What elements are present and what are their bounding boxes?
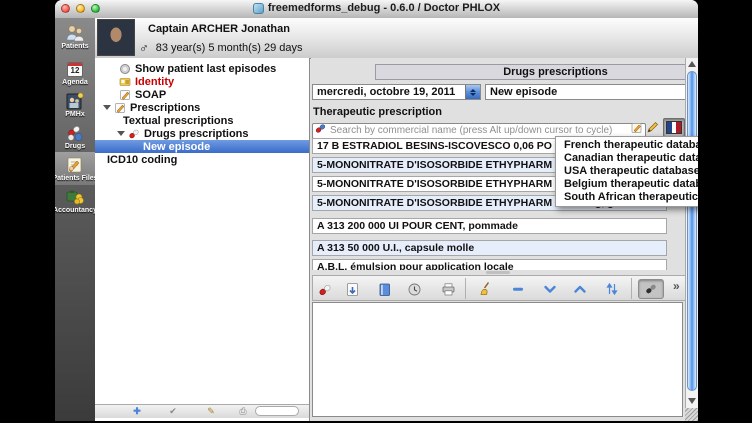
drug-search: [312, 120, 646, 136]
prescription-toolbar: »: [312, 275, 686, 301]
patients-icon: [64, 23, 86, 43]
panel-scrollbar[interactable]: [685, 58, 698, 421]
tree-item-show-last-episodes[interactable]: Show patient last episodes: [95, 62, 309, 75]
panel-title: Drugs prescriptions: [375, 64, 698, 80]
tree-footer-toolbar: ✚ ✔ ✎ ⎙: [95, 404, 309, 418]
menu-item-belgium-db[interactable]: Belgium therapeutic database: [556, 178, 698, 191]
sidebar-label: Accountancy: [55, 207, 97, 214]
section-title: Therapeutic prescription: [313, 106, 442, 118]
sidebar-label: Agenda: [62, 79, 88, 86]
remove-minus-icon[interactable]: [509, 280, 527, 298]
note-pencil-icon: [119, 89, 131, 101]
identity-card-icon: [119, 76, 131, 88]
scrollbar-thumb[interactable]: [687, 71, 697, 391]
patients-files-icon: [64, 155, 86, 175]
sidebar-label: Patients Files: [55, 175, 98, 182]
chevron-down-icon[interactable]: [541, 280, 559, 298]
toolbar-separator: [465, 278, 466, 299]
sidebar-item-drugs[interactable]: Drugs: [55, 120, 95, 153]
agenda-icon: 12: [64, 59, 86, 79]
prescription-panel: Drugs prescriptions mercredi, octobre 19…: [311, 58, 698, 421]
tree-item-drugs-prescriptions[interactable]: Drugs prescriptions: [95, 127, 309, 140]
accountancy-icon: [64, 187, 86, 207]
tree-item-identity[interactable]: Identity: [95, 75, 309, 88]
male-gender-icon: ♂: [139, 40, 149, 55]
sidebar-label: Drugs: [65, 143, 85, 150]
app-window: freemedforms_debug - 0.6.0 / Doctor PHLO…: [55, 0, 698, 421]
sidebar-item-patients[interactable]: Patients: [55, 20, 95, 53]
drug-list-item[interactable]: A.B.L. émulsion pour application locale: [312, 259, 667, 270]
resize-grip[interactable]: [685, 408, 698, 421]
pencil-icon[interactable]: [645, 119, 660, 136]
tree-item-new-episode[interactable]: New episode: [95, 140, 309, 153]
scroll-down-arrow-icon[interactable]: [688, 398, 696, 404]
french-flag-icon: [666, 121, 682, 134]
drug-database-flag-button[interactable]: [663, 118, 685, 137]
therapeutic-database-menu: French therapeutic database Canadian the…: [555, 136, 698, 207]
sidebar-item-agenda[interactable]: 12 Agenda: [55, 56, 95, 89]
tree-item-textual-prescriptions[interactable]: Textual prescriptions: [95, 114, 309, 127]
prescribe-pill-icon[interactable]: [316, 280, 334, 298]
red-pill-icon: [128, 128, 140, 140]
app-sidebar: Patients 12 Agenda PMHx Drugs: [55, 18, 95, 421]
patient-age: 83 year(s) 5 month(s) 29 days: [156, 42, 303, 54]
save-template-icon[interactable]: [343, 280, 361, 298]
patient-file-tree: Show patient last episodes Identity SOAP…: [95, 58, 310, 421]
note-pencil-icon: [114, 102, 126, 114]
expand-triangle-icon[interactable]: [103, 105, 111, 110]
episodes-icon: [119, 63, 131, 75]
chevron-updown-icon[interactable]: [465, 85, 480, 99]
tree-item-prescriptions[interactable]: Prescriptions: [95, 101, 309, 114]
app-icon: [253, 3, 264, 14]
pmhx-icon: [64, 91, 86, 111]
prescription-editor[interactable]: [312, 302, 683, 417]
sidebar-item-patients-files[interactable]: Patients Files: [55, 152, 95, 185]
sidebar-item-pmhx[interactable]: PMHx: [55, 88, 95, 121]
title-bar: freemedforms_debug - 0.6.0 / Doctor PHLO…: [55, 0, 698, 19]
edit-button[interactable]: ✎: [205, 406, 217, 417]
patient-photo[interactable]: [97, 19, 135, 56]
menu-item-french-db[interactable]: French therapeutic database: [556, 139, 698, 152]
screen: freemedforms_debug - 0.6.0 / Doctor PHLO…: [0, 0, 752, 423]
edit-search-icon[interactable]: [631, 122, 643, 134]
pill-toggle-button[interactable]: [638, 279, 664, 299]
patient-header: Captain ARCHER Jonathan ♂ 83 year(s) 5 m…: [95, 18, 698, 59]
drug-list-item[interactable]: A 313 200 000 UI POUR CENT, pommade: [312, 218, 667, 234]
print-button[interactable]: ⎙: [237, 406, 249, 417]
clear-broom-icon[interactable]: [477, 280, 495, 298]
sidebar-item-accountancy[interactable]: Accountancy: [55, 184, 95, 217]
sidebar-label: Patients: [61, 43, 88, 50]
tree-item-soap[interactable]: SOAP: [95, 88, 309, 101]
book-icon[interactable]: [375, 280, 393, 298]
printer-icon[interactable]: [439, 280, 457, 298]
horizontal-scrollbar[interactable]: [255, 406, 299, 416]
toolbar-separator: [631, 278, 632, 299]
add-episode-button[interactable]: ✚: [131, 406, 143, 417]
window-title: freemedforms_debug - 0.6.0 / Doctor PHLO…: [268, 2, 500, 14]
expand-triangle-icon[interactable]: [117, 131, 125, 136]
sidebar-label: PMHx: [65, 111, 84, 118]
patient-name: Captain ARCHER Jonathan: [148, 23, 290, 35]
menu-item-canadian-db[interactable]: Canadian therapeutic database: [556, 152, 698, 165]
validate-button[interactable]: ✔: [167, 406, 179, 417]
episode-title-field[interactable]: New episode: [485, 84, 698, 100]
episode-date-combobox[interactable]: mercredi, octobre 19, 2011: [312, 84, 481, 100]
scroll-up-arrow-icon[interactable]: [688, 61, 696, 67]
interaction-clock-icon[interactable]: [405, 280, 423, 298]
drug-list-item[interactable]: A 313 50 000 U.I., capsule molle: [312, 240, 667, 256]
sort-arrows-icon[interactable]: [603, 280, 621, 298]
toolbar-overflow-chevron[interactable]: »: [673, 279, 680, 293]
drugs-icon: [64, 123, 86, 143]
splitter-handle[interactable]: [486, 271, 510, 274]
menu-item-usa-db[interactable]: USA therapeutic database: [556, 165, 698, 178]
tree-item-icd10-coding[interactable]: ICD10 coding: [95, 153, 309, 166]
pill-icon: [315, 123, 326, 134]
menu-item-south-african-db[interactable]: South African therapeutic database: [556, 191, 698, 204]
chevron-up-icon[interactable]: [571, 280, 589, 298]
